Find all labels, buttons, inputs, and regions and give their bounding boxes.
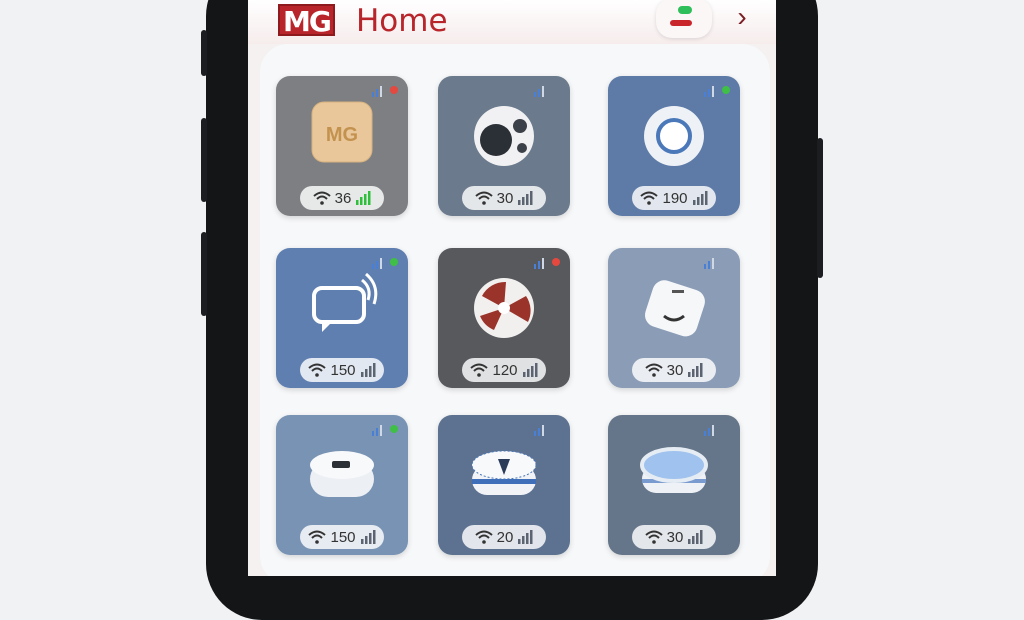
wifi-icon bbox=[308, 530, 327, 544]
fan-icon bbox=[466, 268, 542, 344]
device-tile-chat-device[interactable]: 150 bbox=[276, 248, 408, 388]
signal-value: 150 bbox=[330, 361, 356, 379]
wifi-icon bbox=[644, 363, 663, 377]
page-title: Home bbox=[356, 3, 448, 39]
power-button bbox=[817, 138, 823, 278]
device-tile-mg-hub[interactable]: MG 36 bbox=[276, 76, 408, 216]
signal-value: 30 bbox=[496, 189, 514, 207]
status-toggle[interactable] bbox=[656, 0, 712, 38]
signal-pill: 150 bbox=[300, 358, 384, 382]
status-dot bbox=[722, 86, 730, 94]
status-dot bbox=[390, 425, 398, 433]
signal-value: 36 bbox=[334, 189, 352, 207]
mg-hub-icon: MG bbox=[304, 96, 380, 172]
sensor-icon bbox=[636, 96, 712, 172]
device-tile-round-sensor[interactable]: 190 bbox=[608, 76, 740, 216]
signal-bars-icon bbox=[356, 191, 371, 205]
app-logo: MG bbox=[278, 4, 335, 38]
signal-pill: 36 bbox=[300, 186, 384, 210]
signal-value: 120 bbox=[492, 361, 518, 379]
signal-value: 150 bbox=[330, 528, 356, 546]
wifi-icon bbox=[474, 530, 493, 544]
signal-bars-icon bbox=[688, 363, 703, 377]
signal-pill: 120 bbox=[462, 358, 546, 382]
volume-up-button bbox=[201, 30, 207, 76]
signal-pill: 20 bbox=[462, 525, 546, 549]
side-button-left bbox=[201, 232, 207, 316]
app-header: MG Home › bbox=[248, 0, 776, 44]
signal-value: 30 bbox=[666, 528, 684, 546]
chat-icon bbox=[304, 268, 380, 344]
device-tile-vacuum-device[interactable]: 20 bbox=[438, 415, 570, 555]
chevron-right-icon[interactable]: › bbox=[724, 0, 760, 38]
device-tile-speaker-sphere[interactable]: 30 bbox=[438, 76, 570, 216]
signal-pill: 150 bbox=[300, 525, 384, 549]
device-tile-disc-device[interactable]: 30 bbox=[608, 415, 740, 555]
status-dot bbox=[390, 86, 398, 94]
signal-pill: 190 bbox=[632, 186, 716, 210]
signal-pill: 30 bbox=[462, 186, 546, 210]
wifi-icon bbox=[308, 363, 327, 377]
wifi-icon bbox=[312, 191, 331, 205]
wifi-icon bbox=[474, 191, 493, 205]
signal-value: 190 bbox=[662, 189, 688, 207]
signal-value: 30 bbox=[666, 361, 684, 379]
signal-bars-icon bbox=[518, 191, 533, 205]
signal-bars-icon bbox=[522, 363, 538, 377]
vacuum-icon bbox=[466, 435, 542, 511]
signal-pill: 30 bbox=[632, 525, 716, 549]
device-tile-puck-device[interactable]: 150 bbox=[276, 415, 408, 555]
status-dot bbox=[390, 258, 398, 266]
status-alert-indicator bbox=[670, 20, 692, 26]
speaker-icon bbox=[466, 96, 542, 172]
wifi-icon bbox=[470, 363, 489, 377]
tag-icon bbox=[636, 268, 712, 344]
signal-bars-icon bbox=[688, 530, 703, 544]
signal-value: 20 bbox=[496, 528, 514, 546]
status-online-indicator bbox=[678, 6, 692, 14]
wifi-icon bbox=[640, 191, 659, 205]
device-tile-fan-device[interactable]: 120 bbox=[438, 248, 570, 388]
svg-text:MG: MG bbox=[326, 124, 358, 146]
signal-bars-icon bbox=[360, 530, 376, 544]
device-tile-tag-device[interactable]: 30 bbox=[608, 248, 740, 388]
signal-bars-icon bbox=[692, 191, 708, 205]
disc-icon bbox=[636, 435, 712, 511]
signal-bars-icon bbox=[518, 530, 533, 544]
puck-icon bbox=[304, 435, 380, 511]
wifi-icon bbox=[644, 530, 663, 544]
signal-bars-icon bbox=[360, 363, 376, 377]
signal-pill: 30 bbox=[632, 358, 716, 382]
status-dot bbox=[552, 258, 560, 266]
volume-down-button bbox=[201, 118, 207, 202]
